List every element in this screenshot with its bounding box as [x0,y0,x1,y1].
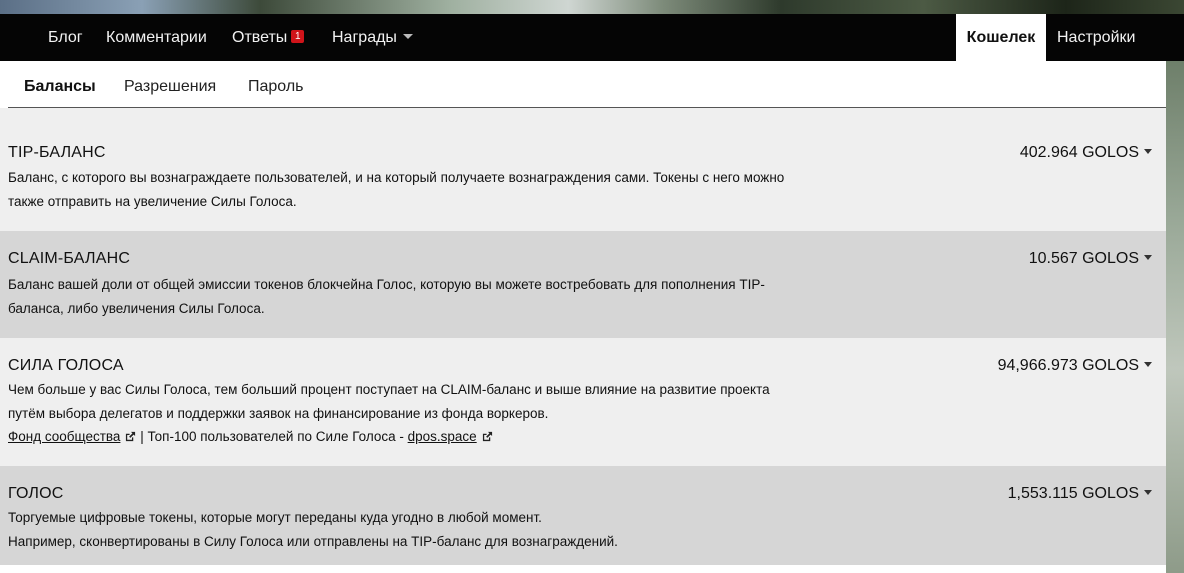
wallet-subtabs: Балансы Разрешения Пароль [8,61,1166,108]
power-links: Фонд сообщества | Топ-100 пользователей … [8,429,493,444]
chevron-down-icon [1144,149,1152,155]
balance-amount-value: 1,553.115 GOLOS [1007,485,1139,502]
balance-row-golos: ГОЛОС 1,553.115 GOLOS Торгуемые цифровые… [0,466,1166,565]
nav-blog-label: Блог [48,29,83,46]
balance-title: ГОЛОС [8,485,64,502]
top-navigation: Блог Комментарии Ответы 1 Награды Кошелек… [0,14,1184,61]
tab-password[interactable]: Пароль [248,78,304,96]
external-link-icon [126,431,136,442]
background-image-edge [1166,61,1184,573]
balance-description: Чем больше у вас Силы Голоса, тем больши… [8,382,770,421]
chevron-down-icon [1144,255,1152,261]
nav-blog[interactable]: Блог [48,14,83,61]
tab-balances-label: Балансы [24,78,96,95]
community-fund-link[interactable]: Фонд сообщества [8,429,136,444]
balance-description: Торгуемые цифровые токены, которые могут… [8,506,908,554]
community-fund-link-label: Фонд сообщества [8,429,121,444]
dpos-space-link-label: dpos.space [407,429,477,444]
balance-amount-dropdown[interactable]: 10.567 GOLOS [1029,250,1152,268]
balance-title: СИЛА ГОЛОСА [8,357,124,374]
balance-row-tip: TIP-БАЛАНС 402.964 GOLOS Баланс, с котор… [0,108,1166,231]
nav-wallet-label: Кошелек [966,29,1036,46]
balance-title: CLAIM-БАЛАНС [8,250,131,267]
balance-description-line: Торгуемые цифровые токены, которые могут… [8,510,542,525]
nav-rewards-dropdown[interactable]: Награды [332,14,413,61]
tab-balances[interactable]: Балансы [24,78,96,96]
replies-count-badge: 1 [291,30,305,44]
nav-comments[interactable]: Комментарии [106,14,207,61]
nav-wallet[interactable]: Кошелек [956,14,1046,61]
nav-settings-label: Настройки [1057,29,1136,46]
nav-settings[interactable]: Настройки [1057,14,1135,61]
balance-amount-value: 402.964 GOLOS [1019,144,1139,161]
chevron-down-icon [402,34,413,40]
chevron-down-icon [1144,490,1152,496]
balance-description: Баланс вашей доли от общей эмиссии токен… [8,277,765,316]
balance-row-claim: CLAIM-БАЛАНС 10.567 GOLOS Баланс вашей д… [0,231,1166,338]
balance-amount-dropdown[interactable]: 94,966.973 GOLOS [998,357,1152,375]
balance-amount-value: 94,966.973 GOLOS [997,357,1139,374]
nav-replies-label: Ответы [232,29,288,46]
tab-permissions[interactable]: Разрешения [124,78,216,96]
header-banner-image [0,0,1184,14]
tab-permissions-label: Разрешения [124,78,217,95]
balance-amount-dropdown[interactable]: 402.964 GOLOS [1020,144,1152,162]
dpos-space-link[interactable]: dpos.space [408,429,493,444]
tab-password-label: Пароль [248,78,304,95]
balance-description: Баланс, с которого вы вознаграждаете пол… [8,170,785,209]
balance-amount-dropdown[interactable]: 1,553.115 GOLOS [1008,485,1152,503]
nav-comments-label: Комментарии [106,29,207,46]
balance-row-power: СИЛА ГОЛОСА 94,966.973 GOLOS Чем больше … [0,338,1166,466]
balance-title: TIP-БАЛАНС [8,144,106,161]
balance-description-line: Например, сконвертированы в Силу Голоса … [8,534,618,549]
balance-amount-value: 10.567 GOLOS [1028,250,1139,267]
chevron-down-icon [1144,362,1152,368]
nav-replies[interactable]: Ответы 1 [232,14,305,61]
nav-rewards-label: Награды [332,29,397,46]
top100-text: | Топ-100 пользователей по Силе Голоса - [136,429,408,444]
external-link-icon [482,431,492,442]
